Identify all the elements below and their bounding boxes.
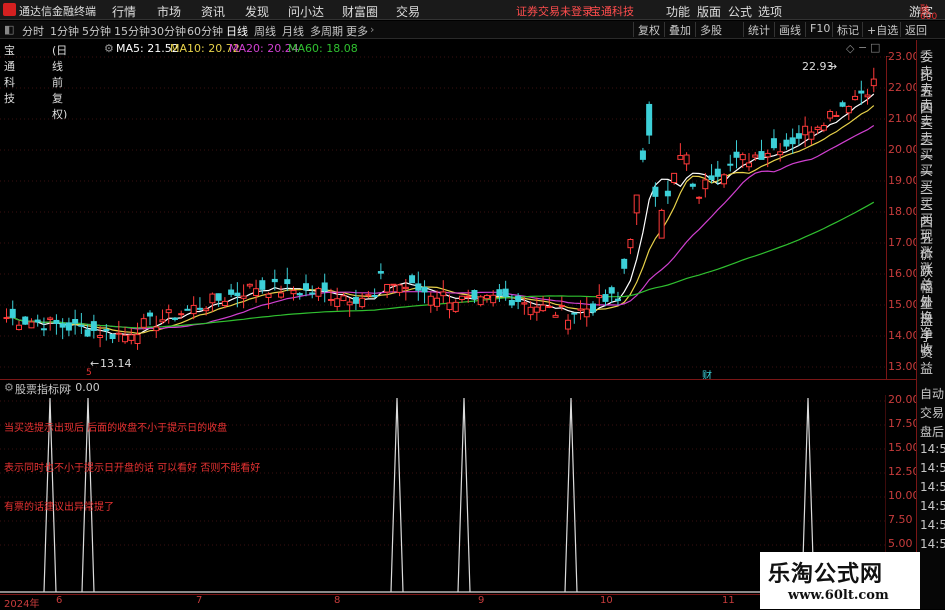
indicator-tick: 10.00 <box>888 489 920 502</box>
panel-divider <box>0 379 916 380</box>
period-tick[interactable]: 分时 <box>22 23 44 39</box>
price-tick: 23.00 <box>888 50 920 63</box>
event-marker[interactable]: 5 <box>86 368 92 378</box>
date-tick: 9 <box>478 595 485 606</box>
menu-layout[interactable]: 版面 <box>697 3 721 20</box>
price-tick: 18.00 <box>888 205 920 218</box>
tool-f10[interactable]: F10 <box>805 22 830 37</box>
price-tick: 17.00 <box>888 236 920 249</box>
tool-stats[interactable]: 统计 <box>743 22 770 37</box>
date-tick: 11 <box>722 595 735 606</box>
more-chevron-icon[interactable]: › <box>370 23 374 36</box>
tool-back[interactable]: 返回 <box>900 22 927 37</box>
watermark-url: www.60lt.com <box>788 588 889 603</box>
menu-news[interactable]: 资讯 <box>201 3 225 20</box>
title-bar: 通达信金融终端 行情 市场 资讯 发现 问小达 财富圈 交易 证券交易未登录 宝… <box>0 0 945 20</box>
indicator-note-1: 当买选提示出现后 后面的收盘不小于提示日的收盘 <box>4 423 228 434</box>
menu-formula[interactable]: 公式 <box>728 3 752 20</box>
period-1min[interactable]: 1分钟 <box>50 23 79 39</box>
menu-discover[interactable]: 发现 <box>245 3 269 20</box>
tool-adjust[interactable]: 复权 <box>633 22 660 37</box>
period-monthly[interactable]: 月线 <box>282 23 304 39</box>
period-15min[interactable]: 15分钟 <box>114 23 150 39</box>
period-30min[interactable]: 30分钟 <box>150 23 186 39</box>
date-tick: 6 <box>56 595 63 606</box>
app-title: 通达信金融终端 <box>19 5 96 18</box>
price-tick: 19.00 <box>888 174 920 187</box>
quote-sidebar: 融 600 委比 卖五 卖四 卖三 卖二 卖一 买一 买二 买三 买四 买五 现价 涨跌 涨幅 总量 外盘 换手… <box>916 5 945 609</box>
indicator-value: : 0.00 <box>68 381 100 394</box>
ma60-value: MA60: 18.08 <box>288 42 358 55</box>
indicator-tick: 12.50 <box>888 465 920 478</box>
sidebar-trade-label: 自动 <box>920 387 945 401</box>
menu-function[interactable]: 功能 <box>666 3 690 20</box>
sidebar-trade-label: 14:5 <box>920 461 945 475</box>
high-arrow-icon: → <box>828 60 838 73</box>
settings-gear-icon[interactable]: ⚙ <box>104 42 114 55</box>
indicator-tick: 5.00 <box>888 537 913 550</box>
minimize-icon[interactable]: − <box>858 41 867 54</box>
signal-spike <box>390 397 404 593</box>
tool-overlay[interactable]: 叠加 <box>664 22 691 37</box>
tool-draw[interactable]: 画线 <box>774 22 801 37</box>
indicator-tick: 15.00 <box>888 441 920 454</box>
diamond-icon[interactable]: ◇ <box>846 42 854 55</box>
sidebar-top-code: 600 <box>920 12 938 22</box>
tool-mark[interactable]: 标记 <box>832 22 859 37</box>
price-tick: 14.00 <box>888 329 920 342</box>
indicator-note-3: 有票的话建议出异常提了 <box>4 502 114 513</box>
sidebar-trade-label: 14:5 <box>920 537 945 551</box>
trade-login-notice[interactable]: 证券交易未登录 <box>516 3 593 19</box>
date-tick: 2024年 <box>4 599 40 610</box>
period-60min[interactable]: 60分钟 <box>187 23 223 39</box>
period-toolbar: ◧ 分时 1分钟 5分钟 15分钟 30分钟 60分钟 日线 周线 月线 多周期… <box>0 21 945 39</box>
sidebar-trade-label: 14:5 <box>920 518 945 532</box>
menu-quotes[interactable]: 行情 <box>112 3 136 20</box>
price-tick: 16.00 <box>888 267 920 280</box>
app-logo-icon <box>3 3 16 16</box>
price-tick: 13.00 <box>888 360 920 373</box>
sidebar-trade-label: 交易 <box>920 406 945 420</box>
sidebar-quote-label: 收益 <box>920 343 934 378</box>
kline-annotations <box>886 56 890 379</box>
menu-trade[interactable]: 交易 <box>396 3 420 20</box>
menu-market[interactable]: 市场 <box>157 3 181 20</box>
tool-multi-stock[interactable]: 多股 <box>695 22 722 37</box>
period-5min[interactable]: 5分钟 <box>82 23 111 39</box>
period-weekly[interactable]: 周线 <box>254 23 276 39</box>
tool-add-watchlist[interactable]: +自选 <box>862 22 898 37</box>
watermark: 乐淘公式网 www.60lt.com <box>760 552 920 609</box>
sidebar-trade-label: 盘后 <box>920 425 945 439</box>
price-tick: 20.00 <box>888 143 920 156</box>
indicator-tick: 20.00 <box>888 393 920 406</box>
date-tick: 10 <box>600 595 613 606</box>
menu-options[interactable]: 选项 <box>758 3 782 20</box>
sidebar-trade-label: 14:5 <box>920 499 945 513</box>
period-more[interactable]: 更多 <box>346 23 368 39</box>
price-tick: 22.00 <box>888 81 920 94</box>
menu-ask[interactable]: 问小达 <box>288 3 324 20</box>
toolbar-toggle-icon[interactable]: ◧ <box>4 23 14 36</box>
price-tick: 15.00 <box>888 298 920 311</box>
indicator-gear-icon[interactable]: ⚙ <box>4 381 14 394</box>
signal-spike <box>457 397 471 593</box>
price-tick: 21.00 <box>888 112 920 125</box>
date-tick: 7 <box>196 595 203 606</box>
period-daily[interactable]: 日线 <box>226 23 248 39</box>
sidebar-trade-label: 14:5 <box>920 442 945 456</box>
indicator-tick: 7.50 <box>888 513 913 526</box>
watermark-title: 乐淘公式网 <box>768 561 884 587</box>
indicator-tick: 17.50 <box>888 417 920 430</box>
signal-spike <box>564 397 578 593</box>
period-multi[interactable]: 多周期 <box>310 23 343 39</box>
current-stock-notice: 宝通科技 <box>590 5 634 18</box>
date-tick: 8 <box>334 595 341 606</box>
low-price-label: 13.14 <box>100 357 132 370</box>
maximize-icon[interactable]: □ <box>870 41 880 54</box>
sidebar-trade-label: 14:5 <box>920 480 945 494</box>
indicator-note-2: 表示同时也不小于提示日开盘的话 可以看好 否则不能看好 <box>4 463 261 474</box>
menu-wealth[interactable]: 财富圈 <box>342 3 378 20</box>
